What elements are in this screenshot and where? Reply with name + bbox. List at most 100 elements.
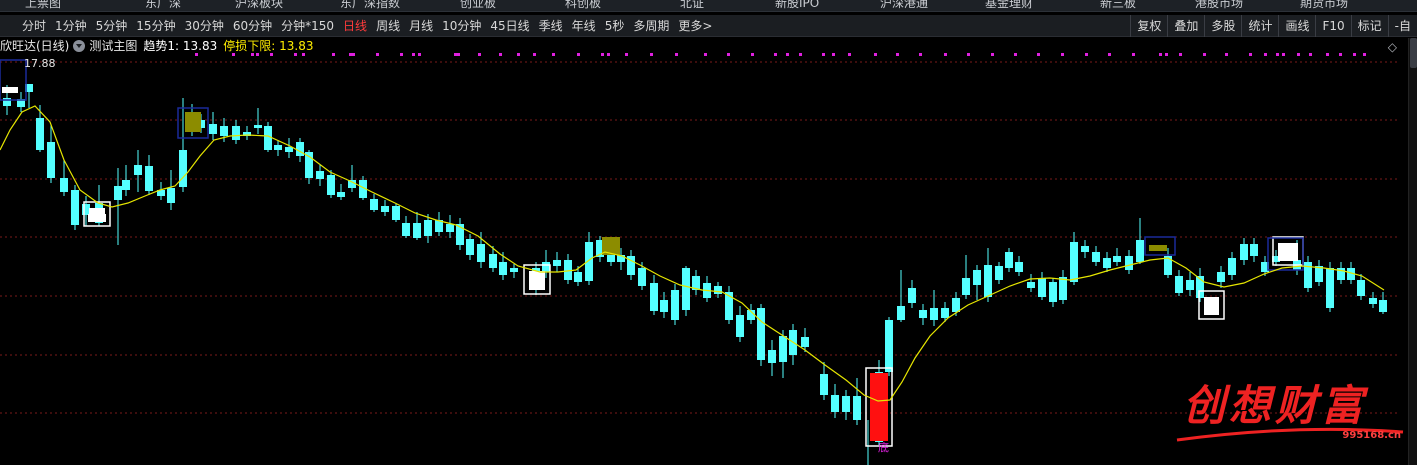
signal-box [0, 59, 27, 101]
signal-dot [751, 53, 754, 56]
signal-dot [874, 53, 877, 56]
signal-dot [577, 53, 580, 56]
candle-body [1379, 300, 1387, 312]
candle-body [831, 395, 839, 412]
candle-body [962, 278, 970, 295]
candle-body [370, 199, 378, 210]
candle-body [71, 190, 79, 225]
signal-dot [896, 53, 899, 56]
candle-body [1136, 240, 1144, 262]
signal-dot [457, 53, 460, 56]
signal-dot [1165, 53, 1168, 56]
signal-dot [1132, 53, 1135, 56]
signal-dot [1085, 53, 1088, 56]
candle-body [574, 272, 582, 282]
signal-dot [1326, 53, 1329, 56]
candle-body [489, 254, 497, 268]
candle-body [220, 126, 228, 136]
candle-body [1369, 298, 1377, 304]
signal-dot [412, 53, 415, 56]
candle-body [264, 126, 272, 150]
signal-dot [799, 53, 802, 56]
signal-dot [944, 53, 947, 56]
signal-dot [991, 53, 994, 56]
signal-dot [1037, 53, 1040, 56]
candle-body [1049, 282, 1057, 302]
candle-body [1027, 282, 1035, 288]
signal-dot [1014, 53, 1017, 56]
candle-body [941, 308, 949, 318]
signal-dot [625, 53, 628, 56]
candle-body [1081, 246, 1089, 252]
candle-body [1175, 276, 1183, 293]
candle-body [779, 336, 787, 362]
signal-fill [529, 271, 545, 290]
candle-body [122, 180, 130, 190]
candle-body [392, 206, 400, 220]
candle-body [381, 206, 389, 212]
candle-body [499, 262, 507, 275]
signal-dot [1363, 53, 1366, 56]
signal-dot [704, 53, 707, 56]
signal-dot [454, 53, 457, 56]
signal-dot [727, 53, 730, 56]
candle-body [984, 265, 992, 297]
candle-body [870, 373, 888, 441]
signal-dot [302, 53, 305, 56]
bottom-marker-label: 底 [878, 440, 889, 454]
signal-dot [650, 53, 653, 56]
candle-body [908, 288, 916, 303]
candle-body [1240, 244, 1248, 260]
signal-dot [1297, 53, 1300, 56]
candle-body [60, 178, 68, 192]
candle-body [1125, 256, 1133, 270]
signal-dot [517, 53, 520, 56]
candle-body [801, 337, 809, 347]
candle-body [995, 266, 1003, 280]
signal-dot [1339, 53, 1342, 56]
candle-body [114, 186, 122, 200]
signal-dot [533, 53, 536, 56]
candle-body [134, 165, 142, 175]
candle-body [47, 142, 55, 178]
signal-dot [376, 53, 379, 56]
vertical-scrollbar[interactable] [1408, 38, 1417, 465]
signal-dot [1179, 53, 1182, 56]
ma-line [0, 105, 1385, 402]
candle-body [1038, 278, 1046, 297]
candle-body [660, 300, 668, 312]
candle-body [232, 126, 240, 140]
signal-dot [822, 53, 825, 56]
candle-body [1357, 280, 1365, 296]
candle-body [853, 396, 861, 420]
signal-dot [332, 53, 335, 56]
signal-dot [418, 53, 421, 56]
candle-body [337, 192, 345, 197]
signal-fill [185, 112, 201, 132]
signal-dot [1108, 53, 1111, 56]
candle-body [1059, 277, 1067, 300]
candle-body [919, 310, 927, 318]
candle-body [466, 239, 474, 255]
signal-dot [349, 53, 352, 56]
scrollbar-thumb[interactable] [1410, 38, 1417, 68]
candle-body [757, 308, 765, 360]
candle-body [842, 396, 850, 412]
candle-body [167, 188, 175, 203]
signal-fill [1204, 297, 1219, 315]
signal-dot [1309, 53, 1312, 56]
signal-dot [256, 53, 259, 56]
candle-body [1326, 268, 1334, 308]
candle-body [650, 283, 658, 311]
candle-body [316, 171, 324, 179]
signal-dot [848, 53, 851, 56]
candle-body [714, 286, 722, 294]
signal-dot [195, 53, 198, 56]
candle-body [1228, 258, 1236, 275]
candle-body [553, 260, 561, 266]
candle-body [209, 124, 217, 134]
signal-dot [499, 53, 502, 56]
candle-body [3, 98, 11, 106]
candle-body [1217, 272, 1225, 282]
candle-body [897, 306, 905, 320]
